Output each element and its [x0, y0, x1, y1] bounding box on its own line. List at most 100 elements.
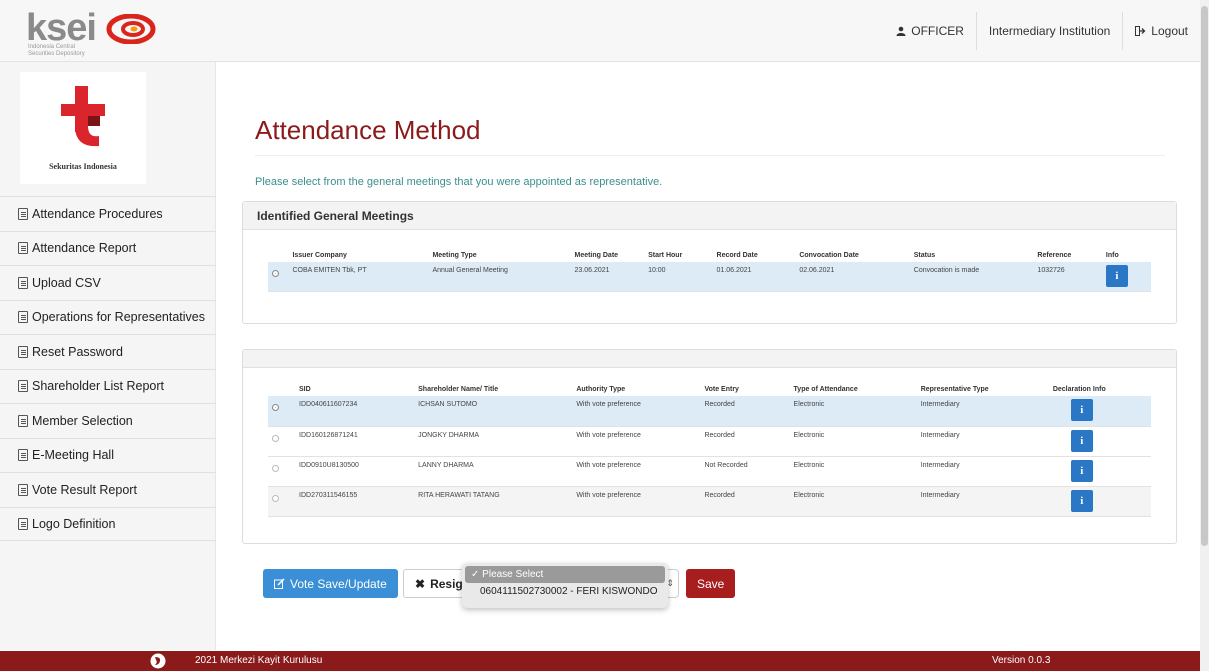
page-scrollbar[interactable]: [1200, 0, 1209, 671]
close-icon: ✖: [415, 576, 426, 591]
sidebar-menu: Attendance Procedures Attendance Report …: [0, 196, 216, 541]
declaration-info-button[interactable]: i: [1070, 459, 1093, 482]
cell-vote-entry: Not Recorded: [704, 461, 748, 469]
row-radio[interactable]: [272, 404, 279, 411]
info-button[interactable]: i: [1105, 265, 1128, 287]
cell-sid: IDD0910U8130500: [299, 461, 359, 469]
col-issuer-company: Issuer Company: [292, 251, 347, 259]
edit-icon: [274, 578, 285, 589]
sidebar-item-vote-result-report[interactable]: Vote Result Report: [0, 472, 216, 507]
sidebar-item-label: Upload CSV: [32, 275, 101, 290]
sidebar-item-label: Attendance Report: [32, 241, 137, 256]
sidebar-item-attendance-procedures[interactable]: Attendance Procedures: [0, 196, 216, 231]
footer-version: Version 0.0.3: [992, 655, 1051, 666]
sidebar-item-attendance-report[interactable]: Attendance Report: [0, 230, 216, 266]
page-title: Attendance Method: [255, 115, 481, 145]
logout-button[interactable]: Logout: [1122, 12, 1200, 50]
logout-icon: [1135, 26, 1146, 36]
institution-link[interactable]: Intermediary Institution: [975, 12, 1122, 50]
sidebar-item-label: E-Meeting Hall: [32, 448, 114, 463]
cell-vote-entry: Recorded: [704, 491, 735, 499]
page-subtitle: Please select from the general meetings …: [255, 176, 663, 188]
sidebar-item-label: Shareholder List Report: [32, 379, 165, 394]
logo-subtitle-2: Securities Depository: [28, 51, 85, 57]
sidebar-item-shareholder-list-report[interactable]: Shareholder List Report: [0, 368, 216, 404]
logo-text: ksei: [26, 7, 97, 49]
table-row[interactable]: IDD040611607234 ICHSAN SUTOMO With vote …: [268, 396, 1151, 426]
sidebar-item-upload-csv[interactable]: Upload CSV: [0, 265, 216, 300]
col-sid: SID: [299, 385, 311, 393]
option-label: 0604111502730002 - FERI KISWONDO: [480, 586, 658, 597]
organization-name: Sekuritas Indonesia: [49, 162, 117, 171]
table-row[interactable]: IDD0910U8130500 LANNY DHARMA With vote p…: [268, 456, 1151, 486]
cell-authority: With vote preference: [576, 431, 641, 439]
document-icon: [18, 517, 28, 530]
sidebar-item-label: Reset Password: [32, 344, 124, 359]
main-content: Attendance Method Please select from the…: [216, 62, 1200, 650]
cell-rep-type: Intermediary: [920, 401, 960, 408]
document-icon: [18, 414, 28, 427]
sidebar-item-reset-password[interactable]: Reset Password: [0, 334, 216, 369]
col-convocation-date: Convocation Date: [799, 251, 859, 259]
vote-save-update-button[interactable]: Vote Save/Update: [263, 569, 398, 598]
user-icon: [896, 26, 906, 36]
row-radio[interactable]: [272, 434, 279, 442]
meetings-table-wrap: Issuer Company Meeting Type Meeting Date…: [243, 230, 1176, 292]
option-label: Please Select: [482, 569, 544, 580]
sidebar-item-label: Vote Result Report: [32, 482, 137, 497]
cell-vote-entry: Recorded: [704, 401, 735, 408]
cell-attendance: Electronic: [793, 461, 825, 469]
scrollbar-thumb[interactable]: [1201, 6, 1208, 546]
cell-rep-type: Intermediary: [920, 491, 960, 499]
cell-attendance: Electronic: [793, 401, 825, 408]
table-row[interactable]: IDD160126871241 JONGKY DHARMA With vote …: [268, 426, 1151, 456]
document-icon: [18, 345, 28, 358]
table-row[interactable]: IDD270311546155 RITA HERAWATI TATANG Wit…: [268, 486, 1151, 516]
row-radio[interactable]: [272, 464, 279, 472]
cell-vote-entry: Recorded: [704, 431, 735, 439]
sidebar-item-logo-definition[interactable]: Logo Definition: [0, 506, 216, 541]
title-divider: [255, 155, 1165, 156]
user-menu[interactable]: OFFICER: [884, 12, 976, 50]
col-authority-type: Authority Type: [576, 385, 626, 393]
ksei-logo[interactable]: ksei Indonesia Central Securities Deposi…: [26, 8, 176, 58]
shareholders-table-wrap: SID Shareholder Name/ Title Authority Ty…: [243, 368, 1176, 517]
cell-start-hour: 10:00: [648, 267, 666, 274]
cell-rep-type: Intermediary: [920, 431, 960, 439]
declaration-info-button[interactable]: i: [1070, 429, 1093, 452]
col-start-hour: Start Hour: [648, 251, 683, 259]
cell-attendance: Electronic: [793, 491, 825, 499]
sidebar-item-member-selection[interactable]: Member Selection: [0, 403, 216, 438]
cell-meeting-type: Annual General Meeting: [432, 267, 508, 274]
col-declaration-info: Declaration Info: [1052, 385, 1106, 393]
sidebar-item-operations-for-representatives[interactable]: Operations for Representatives: [0, 299, 216, 335]
cell-sid: IDD270311546155: [299, 491, 358, 499]
sidebar-item-e-meeting-hall[interactable]: E-Meeting Hall: [0, 437, 216, 473]
table-row[interactable]: COBA EMITEN Tbk, PT Annual General Meeti…: [268, 262, 1151, 291]
document-icon: [18, 276, 28, 289]
cell-name: LANNY DHARMA: [418, 461, 474, 469]
document-icon: [18, 311, 28, 324]
cell-name: RITA HERAWATI TATANG: [418, 491, 500, 499]
cell-sid: IDD160126871241: [299, 431, 358, 439]
declaration-info-button[interactable]: i: [1070, 399, 1093, 421]
dropdown-option-feri-kiswondo[interactable]: 0604111502730002 - FERI KISWONDO: [465, 583, 665, 600]
col-meeting-date: Meeting Date: [574, 251, 619, 259]
col-select: [268, 248, 288, 262]
user-name: OFFICER: [911, 24, 964, 38]
representative-dropdown-list[interactable]: ✓ Please Select 0604111502730002 - FERI …: [462, 563, 668, 608]
cell-record-date: 01.06.2021: [716, 267, 752, 274]
logout-label: Logout: [1151, 24, 1188, 38]
save-button[interactable]: Save: [686, 569, 736, 598]
row-radio[interactable]: [272, 270, 279, 277]
footer-logo-icon: [150, 653, 166, 669]
dropdown-option-please-select[interactable]: ✓ Please Select: [465, 566, 665, 583]
save-label: Save: [697, 576, 725, 591]
row-radio[interactable]: [272, 494, 279, 502]
col-vote-entry: Vote Entry: [704, 385, 739, 393]
col-info: Info: [1105, 251, 1119, 259]
col-select: [268, 382, 295, 396]
declaration-info-button[interactable]: i: [1070, 489, 1093, 512]
cell-name: JONGKY DHARMA: [418, 431, 480, 439]
cell-authority: With vote preference: [576, 491, 641, 499]
